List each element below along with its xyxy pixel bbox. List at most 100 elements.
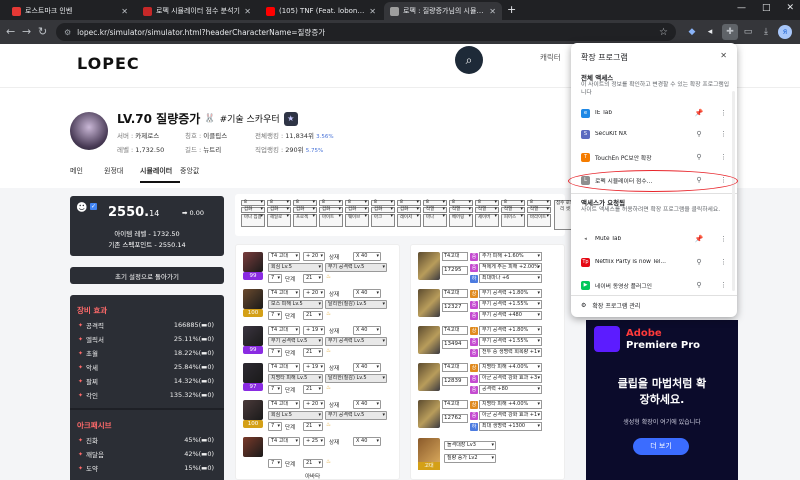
gem-skill-select[interactable]: 바라이트 (527, 214, 551, 227)
stage-select[interactable]: 7 (268, 422, 282, 431)
accessory-stat-input[interactable]: 12327 (442, 303, 468, 312)
reload-icon[interactable]: ↻ (38, 25, 47, 38)
more-icon[interactable]: ⋮ (719, 130, 727, 138)
pin-icon[interactable]: ⚲ (693, 281, 705, 289)
elixir-option-1[interactable]: 회심 Lv.5 (268, 263, 323, 272)
bracelet-option-1[interactable]: 돌격대장 Lv3 (444, 441, 496, 450)
gem-skill-select[interactable]: 아크 (371, 214, 395, 227)
maximize-button[interactable]: □ (762, 3, 771, 13)
gem-skill-select[interactable]: 웨이브 (345, 214, 369, 227)
browser-tab-3[interactable]: (105) TNF (Feat. lobonabea... ✕ (260, 2, 382, 20)
address-bar[interactable]: ⚙ lopec.kr/simulator/simulator.html?head… (56, 23, 676, 41)
step-select[interactable]: 21 (303, 385, 323, 394)
site-logo[interactable]: LOPEC (77, 54, 140, 73)
xval-select[interactable]: X 40 (353, 437, 381, 446)
step-select[interactable]: 21 (303, 311, 323, 320)
upgrade-select[interactable]: + 20 (303, 400, 325, 409)
option-select[interactable]: 치명타 피해 +4.00% (479, 400, 542, 409)
option-select[interactable]: 무기 공격력 +480 (479, 311, 542, 320)
step-select[interactable]: 21 (303, 348, 323, 357)
tier-select[interactable]: T4 고대 (268, 363, 300, 372)
elixir-option-2[interactable]: 무기 공격력 Lv.5 (325, 411, 387, 420)
xval-select[interactable]: X 40 (353, 400, 381, 409)
stage-select[interactable]: 7 (268, 385, 282, 394)
gem-skill-select[interactable]: 베어링 (449, 214, 473, 227)
gem-skill-select[interactable]: 프로젝 (293, 214, 317, 227)
pin-icon[interactable]: ⚲ (693, 153, 705, 161)
gem-skill-select[interactable]: 레이저 (397, 214, 421, 227)
elixir-option-2[interactable]: 무기 공격력 Lv.5 (325, 337, 387, 346)
more-icon[interactable]: ⋮ (719, 235, 727, 243)
score-checkbox[interactable]: ✓ (90, 203, 97, 210)
browser-tab-4[interactable]: 로펙 : 질량증가님의 시뮬레이터 ✕ (384, 2, 502, 20)
reset-defaults-button[interactable]: 초기 설정으로 돌아가기 (70, 267, 224, 284)
close-icon[interactable]: ✕ (489, 7, 496, 16)
browser-tab-2[interactable]: 로펙 시뮬레이터 점수 분석기 ✕ (137, 2, 257, 20)
more-icon[interactable]: ⋮ (719, 109, 727, 117)
accessory-tier-select[interactable]: T4고대 (442, 289, 468, 298)
elixir-option-1[interactable]: 치명타 피해 Lv.5 (268, 374, 323, 383)
option-select[interactable]: 공격력 +80 (479, 385, 542, 394)
elixir-option-2[interactable]: 탈리한(질감) Lv.5 (325, 374, 387, 383)
gem-skill-select[interactable]: 헤일로 (267, 214, 291, 227)
site-info-icon[interactable]: ⚙ (64, 28, 71, 37)
gem-skill-select[interactable]: 세이버 (475, 214, 499, 227)
close-icon[interactable]: ✕ (244, 7, 251, 16)
upgrade-select[interactable]: + 19 (303, 326, 325, 335)
new-tab-button[interactable]: + (507, 3, 516, 16)
more-icon[interactable]: ⋮ (719, 258, 727, 266)
more-icon[interactable]: ⋮ (719, 281, 727, 289)
accessory-stat-input[interactable]: 12839 (442, 377, 468, 386)
pin-icon[interactable]: 📌 (693, 109, 705, 117)
option-select[interactable]: 적에게 주는 피해 +2.00% (479, 263, 542, 272)
tier-select[interactable]: T4 고대 (268, 252, 300, 261)
upgrade-select[interactable]: + 20 (303, 252, 325, 261)
tab-main[interactable]: 메인 (70, 166, 104, 183)
stage-select[interactable]: 7 (268, 348, 282, 357)
tier-select[interactable]: T4 고대 (268, 326, 300, 335)
popup-scrollbar[interactable] (732, 91, 735, 291)
xval-select[interactable]: X 40 (353, 326, 381, 335)
xval-select[interactable]: X 40 (353, 289, 381, 298)
extension-shield-icon[interactable]: ◆ (684, 24, 700, 40)
accessory-tier-select[interactable]: T4고대 (442, 400, 468, 409)
back-icon[interactable]: ← (6, 25, 15, 38)
extension-item[interactable]: e IE Tab 📌 ⋮ (581, 106, 727, 120)
gem-skill-select[interactable]: 마이트 (319, 214, 343, 227)
option-select[interactable]: 무기 공격력 +1.55% (479, 337, 542, 346)
close-window-button[interactable]: ✕ (786, 3, 794, 13)
elixir-option-1[interactable]: 무기 공격력 Lv.5 (268, 337, 323, 346)
bookmark-star-icon[interactable]: ☆ (659, 27, 668, 38)
step-select[interactable]: 21 (303, 459, 323, 468)
tab-median[interactable]: 중앙값 (180, 166, 214, 183)
profile-avatar[interactable]: Я (778, 25, 792, 39)
elixir-option-2[interactable]: 무기 공격력 Lv.5 (325, 263, 387, 272)
step-select[interactable]: 21 (303, 274, 323, 283)
xval-select[interactable]: X 40 (353, 252, 381, 261)
extension-item[interactable]: S SecuKit NX ⚲ ⋮ (581, 127, 727, 141)
bracelet-option-2[interactable]: 질량 증가 Lv2 (444, 454, 496, 463)
manage-extensions-link[interactable]: ⚙ 확장 프로그램 관리 (581, 301, 640, 310)
close-icon[interactable]: ✕ (720, 51, 727, 60)
accessory-tier-select[interactable]: T4고대 (442, 326, 468, 335)
tier-select[interactable]: T4 고대 (268, 289, 300, 298)
accessory-stat-input[interactable]: 12762 (442, 414, 468, 423)
extension-item[interactable]: ◂ Mute Tab 📌 ⋮ (581, 232, 727, 246)
more-icon[interactable]: ⋮ (719, 153, 727, 161)
stage-select[interactable]: 7 (268, 274, 282, 283)
option-select[interactable]: 아군 공격력 강화 효과 +3 (479, 374, 542, 383)
ad-more-button[interactable]: 더 보기 (633, 438, 689, 455)
extension-item[interactable]: ▶ 네이버 동영상 플러그인 ⚲ ⋮ (581, 278, 727, 292)
stage-select[interactable]: 7 (268, 459, 282, 468)
accessory-tier-select[interactable]: T4고대 (442, 363, 468, 372)
elixir-option-2[interactable]: 탈리한(질감) Lv.5 (325, 300, 387, 309)
accessory-stat-input[interactable]: 13494 (442, 340, 468, 349)
tier-select[interactable]: T4 고대 (268, 437, 300, 446)
tab-expedition[interactable]: 원정대 (104, 166, 140, 183)
option-select[interactable]: 최대 생명력 +1300 (479, 422, 542, 431)
extension-mute-icon[interactable]: ◂ (702, 24, 718, 40)
upgrade-select[interactable]: + 19 (303, 363, 325, 372)
extension-item[interactable]: T TouchEn PC보안 확장 ⚲ ⋮ (581, 150, 727, 164)
pin-icon[interactable]: ⚲ (693, 130, 705, 138)
option-select[interactable]: 최대마나 +6 (479, 274, 542, 283)
